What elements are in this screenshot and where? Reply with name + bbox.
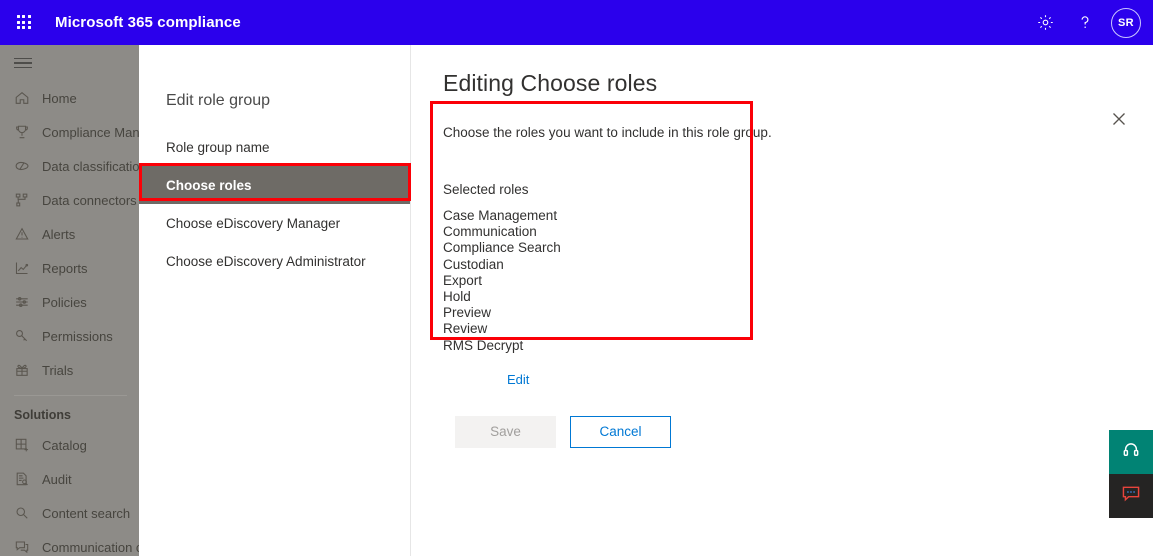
step-label: Choose eDiscovery Administrator: [166, 253, 366, 269]
sidebar-item-home[interactable]: Home: [0, 81, 139, 115]
close-icon[interactable]: [1107, 107, 1131, 131]
edit-role-group-modal: Edit role group Role group name Choose r…: [139, 45, 1153, 556]
app-root: Microsoft 365 compliance SR Home Complia…: [0, 0, 1153, 556]
selected-roles-label: Selected roles: [443, 182, 529, 197]
edit-roles-link[interactable]: Edit: [507, 372, 529, 387]
home-icon: [14, 90, 40, 106]
line-chart-icon: [14, 260, 40, 276]
suite-header-actions: SR: [1025, 0, 1153, 45]
list-item: Compliance Search: [443, 240, 561, 256]
suite-title: Microsoft 365 compliance: [55, 14, 241, 31]
sidebar-item-label: Trials: [42, 362, 74, 378]
sidebar-item-label: Content search: [42, 505, 131, 521]
suite-header-bar: Microsoft 365 compliance SR: [0, 0, 1153, 45]
sidebar-item-label: Data connectors: [42, 192, 137, 208]
nav-divider: [14, 395, 127, 396]
list-item: Hold: [443, 289, 471, 305]
sidebar-item-reports[interactable]: Reports: [0, 251, 139, 285]
page-title: Editing Choose roles: [443, 70, 658, 96]
nav-group-title-solutions: Solutions: [14, 408, 71, 422]
document-search-icon: [14, 471, 40, 487]
sliders-icon: [14, 294, 40, 310]
sidebar-item-compliance-manager[interactable]: Compliance Manager: [0, 115, 139, 149]
left-navigation: Home Compliance Manager Data classificat…: [0, 45, 139, 556]
sidebar-item-label: Audit: [42, 471, 72, 487]
wizard-content-pane: Editing Choose roles Choose the roles yo…: [411, 45, 1153, 556]
wizard-step-rail: Edit role group Role group name Choose r…: [139, 45, 411, 556]
sidebar-item-label: Permissions: [42, 328, 113, 344]
sidebar-item-label: Reports: [42, 260, 88, 276]
sidebar-item-content-search[interactable]: Content search: [0, 496, 139, 530]
sidebar-item-alerts[interactable]: Alerts: [0, 217, 139, 251]
step-label: Role group name: [166, 139, 270, 155]
navigation-menu-toggle[interactable]: [0, 45, 139, 81]
selected-roles-list: Case Management Communication Compliance…: [443, 208, 1153, 354]
sidebar-item-catalog[interactable]: Catalog: [0, 428, 139, 462]
support-button[interactable]: [1109, 430, 1153, 474]
list-item: Case Management: [443, 208, 558, 223]
headset-icon: [1122, 441, 1140, 464]
waffle-icon: [16, 15, 32, 30]
sidebar-item-label: Data classification: [42, 158, 139, 174]
wizard-step-choose-roles[interactable]: Choose roles: [139, 166, 410, 204]
list-item: Custodian: [443, 256, 504, 272]
key-icon: [14, 328, 40, 344]
sidebar-item-label: Compliance Manager: [42, 124, 139, 140]
wizard-title: Edit role group: [166, 92, 271, 109]
warning-triangle-icon: [14, 226, 40, 242]
step-label: Choose eDiscovery Manager: [166, 215, 341, 231]
wizard-step-choose-ediscovery-administrator[interactable]: Choose eDiscovery Administrator: [139, 242, 410, 280]
sidebar-item-communication-compliance[interactable]: Communication compliance: [0, 530, 139, 556]
list-item: RMS Decrypt: [443, 337, 524, 353]
floating-action-buttons: [1109, 430, 1153, 518]
avatar[interactable]: SR: [1111, 7, 1141, 38]
feedback-chat-icon: [1121, 485, 1141, 508]
list-item: Export: [443, 272, 483, 288]
sidebar-item-trials[interactable]: Trials: [0, 353, 139, 387]
sidebar-item-label: Home: [42, 90, 77, 106]
sidebar-item-label: Catalog: [42, 437, 87, 453]
help-icon[interactable]: [1065, 0, 1105, 45]
wizard-step-choose-ediscovery-manager[interactable]: Choose eDiscovery Manager: [139, 204, 410, 242]
list-item: Preview: [443, 305, 492, 321]
list-item: Review: [443, 321, 488, 337]
sidebar-item-label: Communication compliance: [42, 539, 139, 555]
tag-icon: [14, 158, 40, 174]
save-button[interactable]: Save: [455, 415, 556, 448]
grid-plus-icon: [14, 437, 40, 453]
cancel-button[interactable]: Cancel: [570, 415, 671, 448]
step-label: Choose roles: [166, 177, 252, 193]
app-launcher-button[interactable]: [0, 0, 48, 45]
sidebar-item-data-classification[interactable]: Data classification: [0, 149, 139, 183]
choose-roles-content: Choose the roles you want to include in …: [411, 97, 1153, 448]
sidebar-item-audit[interactable]: Audit: [0, 462, 139, 496]
form-actions: Save Cancel: [455, 415, 1153, 448]
sidebar-item-label: Policies: [42, 294, 87, 310]
sidebar-item-permissions[interactable]: Permissions: [0, 319, 139, 353]
hamburger-icon: [14, 55, 32, 72]
wizard-step-role-group-name[interactable]: Role group name: [139, 128, 410, 166]
gear-icon[interactable]: [1025, 0, 1065, 45]
gift-icon: [14, 362, 40, 378]
sidebar-item-policies[interactable]: Policies: [0, 285, 139, 319]
chat-bubbles-icon: [14, 539, 40, 555]
sidebar-item-label: Alerts: [42, 226, 76, 242]
trophy-icon: [14, 124, 40, 140]
helper-text: Choose the roles you want to include in …: [443, 125, 772, 140]
magnifier-icon: [14, 505, 40, 521]
sidebar-item-data-connectors[interactable]: Data connectors: [0, 183, 139, 217]
feedback-button[interactable]: [1109, 474, 1153, 518]
list-item: Communication: [443, 224, 537, 240]
connectors-icon: [14, 192, 40, 208]
